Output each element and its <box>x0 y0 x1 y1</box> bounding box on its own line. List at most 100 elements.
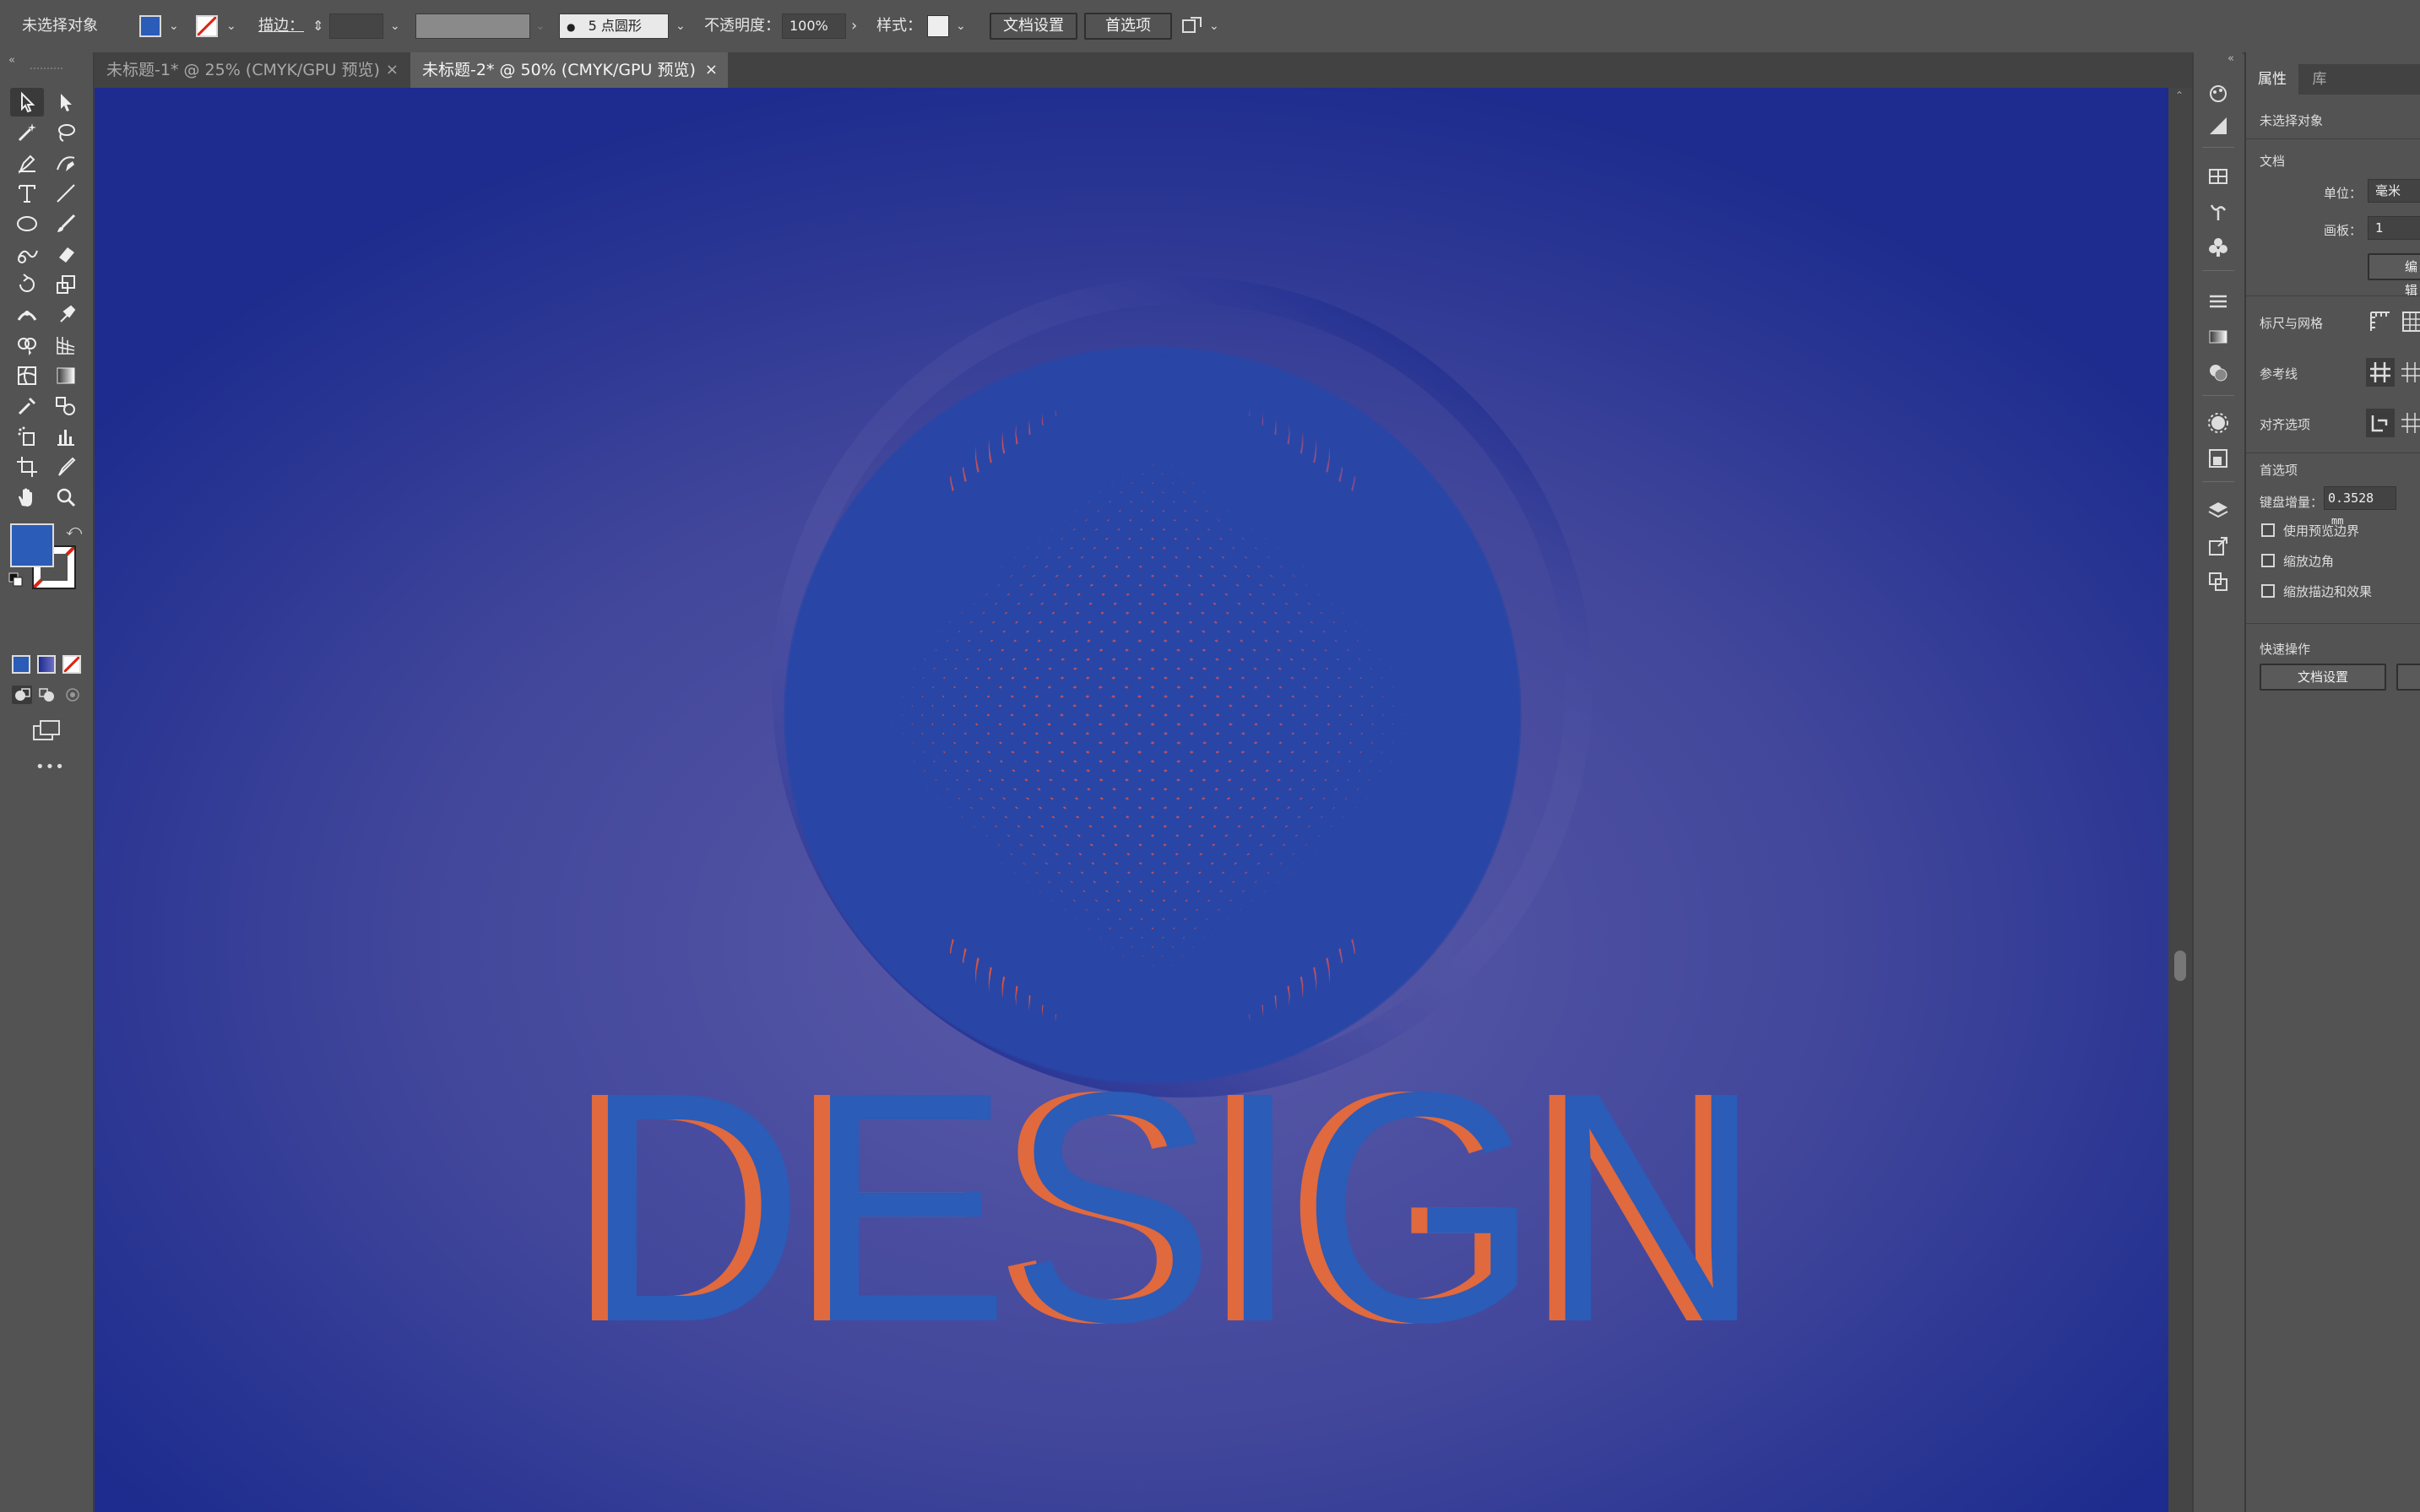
paintbrush-tool-icon[interactable] <box>49 209 83 238</box>
keyboard-increment-field[interactable]: 0.3528 mm <box>2324 486 2396 527</box>
profile-chevron-down-icon[interactable]: ⌄ <box>535 0 545 52</box>
transparency-icon[interactable] <box>2204 358 2233 387</box>
stroke-stepper-icon[interactable]: ⇕ <box>312 0 323 52</box>
artboards-icon[interactable] <box>2204 567 2233 596</box>
blend-tool-icon[interactable] <box>49 392 83 420</box>
perspective-grid-tool-icon[interactable] <box>49 331 83 360</box>
variable-width-profile[interactable] <box>415 14 530 39</box>
edit-artboards-button[interactable]: 编辑 <box>2368 253 2420 298</box>
symbol-sprayer-tool-icon[interactable] <box>10 422 44 451</box>
column-graph-tool-icon[interactable] <box>49 422 83 451</box>
swatches-icon[interactable] <box>2204 162 2233 191</box>
graphic-styles-icon[interactable] <box>2204 444 2233 473</box>
graphic-style-swatch[interactable] <box>927 15 949 37</box>
collapse-dock-icon[interactable]: « <box>2227 52 2234 65</box>
smart-guides-icon[interactable] <box>2400 358 2420 387</box>
arrange-documents-icon[interactable] <box>1180 15 1204 41</box>
arrange-chevron-down-icon[interactable]: ⌄ <box>1209 0 1219 52</box>
snap-to-grid-icon[interactable] <box>2400 409 2420 437</box>
stroke-panel-icon[interactable] <box>2204 287 2233 316</box>
fill-color-swatch[interactable] <box>10 523 54 567</box>
style-chevron-down-icon[interactable]: ⌄ <box>956 0 966 52</box>
units-select[interactable]: 毫米 <box>2368 179 2420 203</box>
show-guides-icon[interactable] <box>2366 358 2395 387</box>
layers-icon[interactable] <box>2204 496 2233 525</box>
type-tool-icon[interactable] <box>10 179 44 208</box>
asset-export-icon[interactable] <box>2204 532 2233 561</box>
slice-tool-icon[interactable] <box>49 453 83 481</box>
gradient-tool-icon[interactable] <box>49 361 83 390</box>
opacity-label[interactable]: 不透明度： <box>704 0 780 52</box>
appearance-icon[interactable] <box>2204 409 2233 437</box>
stroke-label[interactable]: 描边： <box>258 0 304 52</box>
eraser-tool-icon[interactable] <box>49 240 83 268</box>
artboard-select[interactable]: 1 <box>2368 216 2420 240</box>
pen-tool-icon[interactable] <box>10 149 44 177</box>
stroke-swatch[interactable] <box>196 15 218 37</box>
use-preview-bounds-checkbox[interactable] <box>2261 523 2275 537</box>
tab-libraries[interactable]: 库 <box>2298 64 2341 95</box>
opacity-field[interactable]: 100% <box>782 14 846 39</box>
preferences-button[interactable]: 首选项 <box>1084 13 1172 40</box>
screen-mode-icon[interactable] <box>32 719 62 745</box>
curvature-tool-icon[interactable] <box>49 149 83 177</box>
draw-inside-icon[interactable] <box>62 686 83 704</box>
stroke-weight-chevron-down-icon[interactable]: ⌄ <box>390 0 400 52</box>
swap-fill-stroke-icon[interactable]: ⤺ <box>66 522 82 539</box>
scrollbar-thumb[interactable] <box>2174 951 2186 981</box>
shaper-tool-icon[interactable] <box>10 240 44 268</box>
gradient-mode-icon[interactable] <box>37 655 56 674</box>
tab-properties[interactable]: 属性 <box>2246 64 2298 95</box>
color-panel-icon[interactable] <box>2204 111 2233 140</box>
toolbar-grip[interactable] <box>30 68 62 73</box>
collapse-toolbar-icon[interactable]: « <box>8 54 15 67</box>
tab-document-2[interactable]: 未标题-2* @ 50% (CMYK/GPU 预览) × <box>410 52 728 88</box>
eyedropper-tool-icon[interactable] <box>10 392 44 420</box>
fill-swatch[interactable] <box>139 15 161 37</box>
hand-tool-icon[interactable] <box>10 483 44 512</box>
line-segment-tool-icon[interactable] <box>49 179 83 208</box>
draw-normal-icon[interactable] <box>12 686 32 704</box>
rotate-tool-icon[interactable] <box>10 270 44 299</box>
lasso-tool-icon[interactable] <box>49 118 83 147</box>
color-mode-icon[interactable] <box>12 655 30 674</box>
shape-builder-tool-icon[interactable] <box>10 331 44 360</box>
brush-chevron-down-icon[interactable]: ⌄ <box>676 0 686 52</box>
scroll-up-icon[interactable]: ⌃ <box>2175 89 2184 101</box>
brush-definition[interactable]: ● 5 点圆形 <box>559 14 669 39</box>
mesh-tool-icon[interactable] <box>10 361 44 390</box>
grid-icon[interactable] <box>2400 309 2420 334</box>
opacity-arrow-icon[interactable]: › <box>851 0 857 52</box>
width-tool-icon[interactable] <box>10 301 44 329</box>
symbols-icon[interactable] <box>2204 233 2233 262</box>
fill-chevron-down-icon[interactable]: ⌄ <box>169 0 179 52</box>
close-icon[interactable]: × <box>705 52 718 88</box>
none-mode-icon[interactable] <box>62 655 81 674</box>
artboard-tool-icon[interactable] <box>10 453 44 481</box>
artboard[interactable]: DESIGN DESIGN <box>95 88 2168 1512</box>
tab-document-1[interactable]: 未标题-1* @ 25% (CMYK/GPU 预览) × <box>95 52 409 88</box>
gradient-panel-icon[interactable] <box>2204 322 2233 351</box>
zoom-tool-icon[interactable] <box>49 483 83 512</box>
snap-to-point-icon[interactable] <box>2366 409 2395 437</box>
vertical-scrollbar[interactable]: ⌃ <box>2168 88 2192 1512</box>
edit-toolbar-icon[interactable]: ••• <box>35 758 65 776</box>
ruler-icon[interactable] <box>2368 309 2393 334</box>
stroke-weight-field[interactable] <box>329 14 383 39</box>
doc-setup-button[interactable]: 文档设置 <box>990 13 1077 40</box>
quick-preferences-button[interactable] <box>2396 664 2420 691</box>
selection-tool-icon[interactable] <box>10 88 44 117</box>
canvas[interactable]: DESIGN DESIGN <box>95 88 2168 1512</box>
quick-doc-setup-button[interactable]: 文档设置 <box>2260 664 2386 691</box>
scale-strokes-effects-checkbox[interactable] <box>2261 584 2275 598</box>
close-icon[interactable]: × <box>386 52 399 88</box>
puppet-warp-tool-icon[interactable] <box>49 301 83 329</box>
scale-tool-icon[interactable] <box>49 270 83 299</box>
magic-wand-tool-icon[interactable] <box>10 118 44 147</box>
scale-corners-checkbox[interactable] <box>2261 554 2275 567</box>
stroke-chevron-down-icon[interactable]: ⌄ <box>226 0 236 52</box>
direct-selection-tool-icon[interactable] <box>49 88 83 117</box>
default-colors-icon[interactable] <box>8 572 24 588</box>
draw-behind-icon[interactable] <box>37 686 57 704</box>
brushes-icon[interactable] <box>2204 198 2233 226</box>
